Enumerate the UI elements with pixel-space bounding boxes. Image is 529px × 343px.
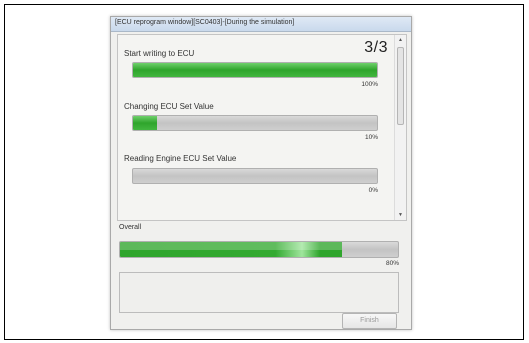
vertical-scrollbar[interactable]: ▲ ▼ — [394, 35, 406, 220]
scrollbar-thumb[interactable] — [397, 47, 404, 125]
step-progress-bar-changing-set-value — [132, 115, 378, 131]
overall-progress-bar — [119, 241, 399, 258]
step-progress-bar-reading-engine — [132, 168, 378, 184]
steps-panel: 3/3 Start writing to ECU 100% Changing E… — [117, 34, 407, 221]
step-percent-reading-engine: 0% — [368, 187, 378, 194]
step-label-start-writing: Start writing to ECU — [124, 49, 195, 58]
step-progress-fill — [133, 63, 377, 77]
window-title: [ECU reprogram window][SC0403]-[During t… — [115, 19, 295, 26]
step-label-reading-engine: Reading Engine ECU Set Value — [124, 154, 237, 163]
title-bar: [ECU reprogram window][SC0403]-[During t… — [111, 17, 411, 32]
ecu-reprogram-window: [ECU reprogram window][SC0403]-[During t… — [110, 16, 412, 330]
step-percent-start-writing: 100% — [361, 81, 378, 88]
step-progress-bar-start-writing — [132, 62, 378, 78]
step-label-changing-set-value: Changing ECU Set Value — [124, 102, 214, 111]
step-progress-fill — [133, 116, 158, 130]
overall-label: Overall — [119, 224, 142, 231]
overall-percent: 80% — [385, 260, 399, 267]
page-counter: 3/3 — [364, 39, 388, 56]
finish-button[interactable]: Finish — [342, 313, 397, 329]
scroll-up-arrow-icon[interactable]: ▲ — [395, 35, 406, 45]
overall-progress-fill — [120, 242, 343, 257]
scroll-down-arrow-icon[interactable]: ▼ — [395, 210, 406, 220]
step-percent-changing-set-value: 10% — [364, 134, 378, 141]
message-log-box — [119, 272, 399, 313]
